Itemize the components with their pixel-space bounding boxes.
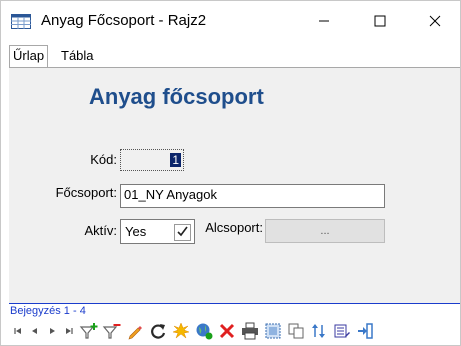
sort-icon [311, 324, 325, 338]
print-button[interactable] [238, 320, 261, 342]
first-record-icon [13, 328, 21, 334]
maximize-button[interactable] [357, 7, 403, 35]
form-title: Anyag főcsoport [89, 84, 264, 109]
exit-icon [357, 323, 373, 339]
refresh-icon [150, 324, 165, 339]
check-icon [177, 226, 188, 237]
alcsoport-button[interactable]: ... [265, 219, 385, 243]
focsoport-field[interactable]: 01_NY Anyagok [120, 184, 385, 208]
delete-icon [219, 323, 234, 339]
window: Anyag Főcsoport - Rajz2 Űrlap Tábla Anya… [0, 0, 461, 346]
new-record-icon [171, 322, 190, 339]
web-export-button[interactable] [192, 320, 215, 342]
first-record-button[interactable] [9, 320, 26, 342]
select-button[interactable] [261, 320, 284, 342]
previous-record-icon [31, 328, 37, 334]
new-record-button[interactable] [169, 320, 192, 342]
window-title: Anyag Főcsoport - Rajz2 [41, 12, 207, 29]
form-icon [11, 14, 31, 29]
sort-button[interactable] [307, 320, 330, 342]
add-filter-button[interactable] [77, 320, 100, 342]
navigation-toolbar [9, 317, 460, 345]
copy-icon [288, 323, 303, 339]
aktiv-label: Aktív: [84, 223, 117, 238]
kod-label: Kód: [90, 152, 117, 167]
web-export-icon [196, 323, 212, 340]
edit-pencil-icon [128, 326, 142, 340]
form-panel: Anyag főcsoport Kód: 1 Főcsoport: 01_NY … [9, 67, 460, 303]
alcsoport-label: Alcsoport: [205, 220, 263, 235]
maximize-icon [374, 15, 386, 27]
tab-strip: Űrlap Tábla [1, 45, 460, 67]
last-record-icon [65, 328, 73, 334]
last-record-button[interactable] [60, 320, 77, 342]
remove-filter-icon [102, 324, 120, 339]
minimize-icon [319, 20, 329, 22]
aktiv-value: Yes [125, 224, 147, 239]
kod-field[interactable]: 1 [120, 149, 184, 171]
list-edit-button[interactable] [330, 320, 353, 342]
refresh-button[interactable] [146, 320, 169, 342]
exit-button[interactable] [353, 320, 376, 342]
next-record-button[interactable] [43, 320, 60, 342]
focsoport-label: Főcsoport: [55, 185, 117, 200]
record-status: Bejegyzés 1 - 4 [9, 303, 460, 317]
minimize-button[interactable] [301, 7, 347, 35]
previous-record-button[interactable] [26, 320, 43, 342]
remove-filter-button[interactable] [100, 320, 123, 342]
delete-button[interactable] [215, 320, 238, 342]
copy-button[interactable] [284, 320, 307, 342]
add-filter-icon [79, 323, 97, 339]
select-icon [265, 323, 280, 339]
next-record-icon [49, 328, 55, 334]
tab-tabla[interactable]: Tábla [58, 46, 97, 66]
aktiv-checkbox[interactable] [174, 224, 191, 241]
tab-urlap[interactable]: Űrlap [9, 45, 49, 67]
close-icon [429, 15, 441, 27]
aktiv-combo[interactable]: Yes [120, 219, 195, 244]
close-button[interactable] [412, 7, 458, 35]
focsoport-value: 01_NY Anyagok [124, 187, 217, 202]
print-icon [241, 322, 258, 340]
edit-button[interactable] [123, 320, 146, 342]
title-bar: Anyag Főcsoport - Rajz2 [1, 1, 460, 41]
list-edit-icon [334, 324, 350, 338]
kod-value: 1 [170, 153, 181, 167]
